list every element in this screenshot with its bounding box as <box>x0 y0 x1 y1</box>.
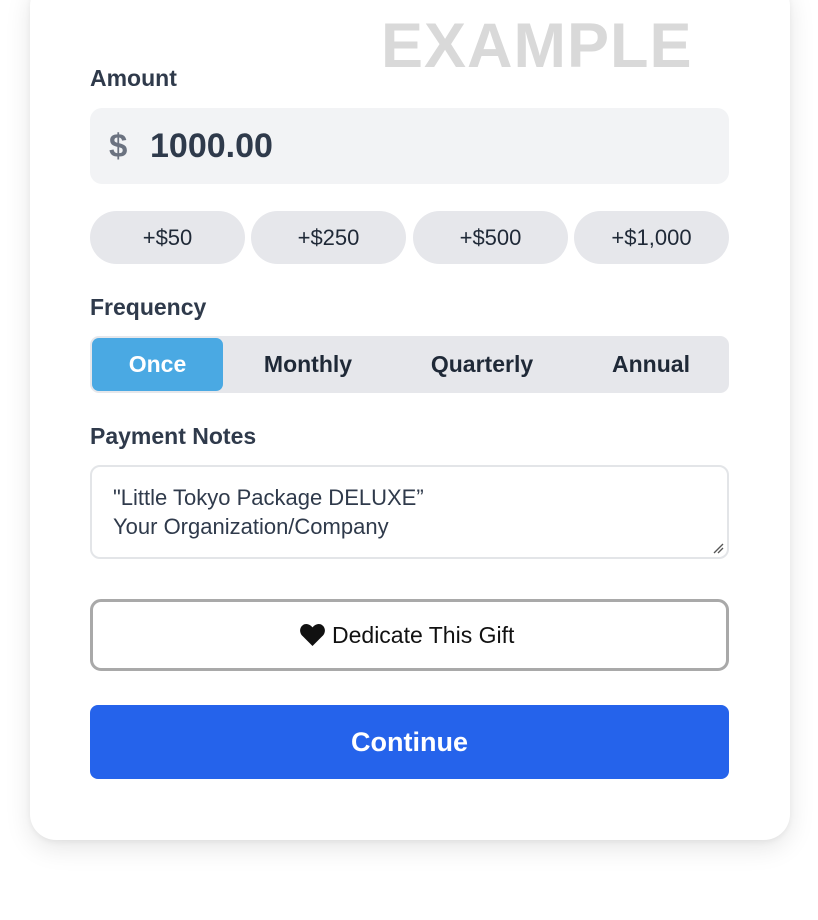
frequency-annual-tab[interactable]: Annual <box>575 338 727 391</box>
payment-notes-line-1: "Little Tokyo Package DELUXE” <box>113 485 424 510</box>
example-watermark: EXAMPLE <box>381 11 693 81</box>
frequency-label: Frequency <box>90 294 207 320</box>
resize-handle-icon[interactable] <box>712 542 724 554</box>
add-50-button[interactable]: +$50 <box>90 211 245 264</box>
frequency-selector: Once Monthly Quarterly Annual <box>90 336 729 393</box>
frequency-quarterly-tab[interactable]: Quarterly <box>401 338 563 391</box>
dedicate-gift-button[interactable]: Dedicate This Gift <box>90 599 729 671</box>
add-1000-button[interactable]: +$1,000 <box>574 211 729 264</box>
frequency-monthly-tab[interactable]: Monthly <box>231 338 385 391</box>
add-500-button[interactable]: +$500 <box>413 211 568 264</box>
dedicate-gift-label: Dedicate This Gift <box>332 622 515 648</box>
payment-notes-textarea[interactable]: "Little Tokyo Package DELUXE” Your Organ… <box>90 465 729 559</box>
frequency-once-tab[interactable]: Once <box>92 338 223 391</box>
heart-icon <box>300 624 325 646</box>
amount-label: Amount <box>90 65 177 91</box>
add-250-button[interactable]: +$250 <box>251 211 406 264</box>
payment-notes-line-2: Your Organization/Company <box>113 514 389 539</box>
payment-notes-label: Payment Notes <box>90 423 257 449</box>
quick-amount-buttons: +$50 +$250 +$500 +$1,000 <box>90 211 729 264</box>
amount-input[interactable]: $ 1000.00 <box>90 108 729 184</box>
amount-value[interactable]: 1000.00 <box>150 128 273 164</box>
continue-button[interactable]: Continue <box>90 705 729 779</box>
currency-symbol: $ <box>109 127 128 164</box>
